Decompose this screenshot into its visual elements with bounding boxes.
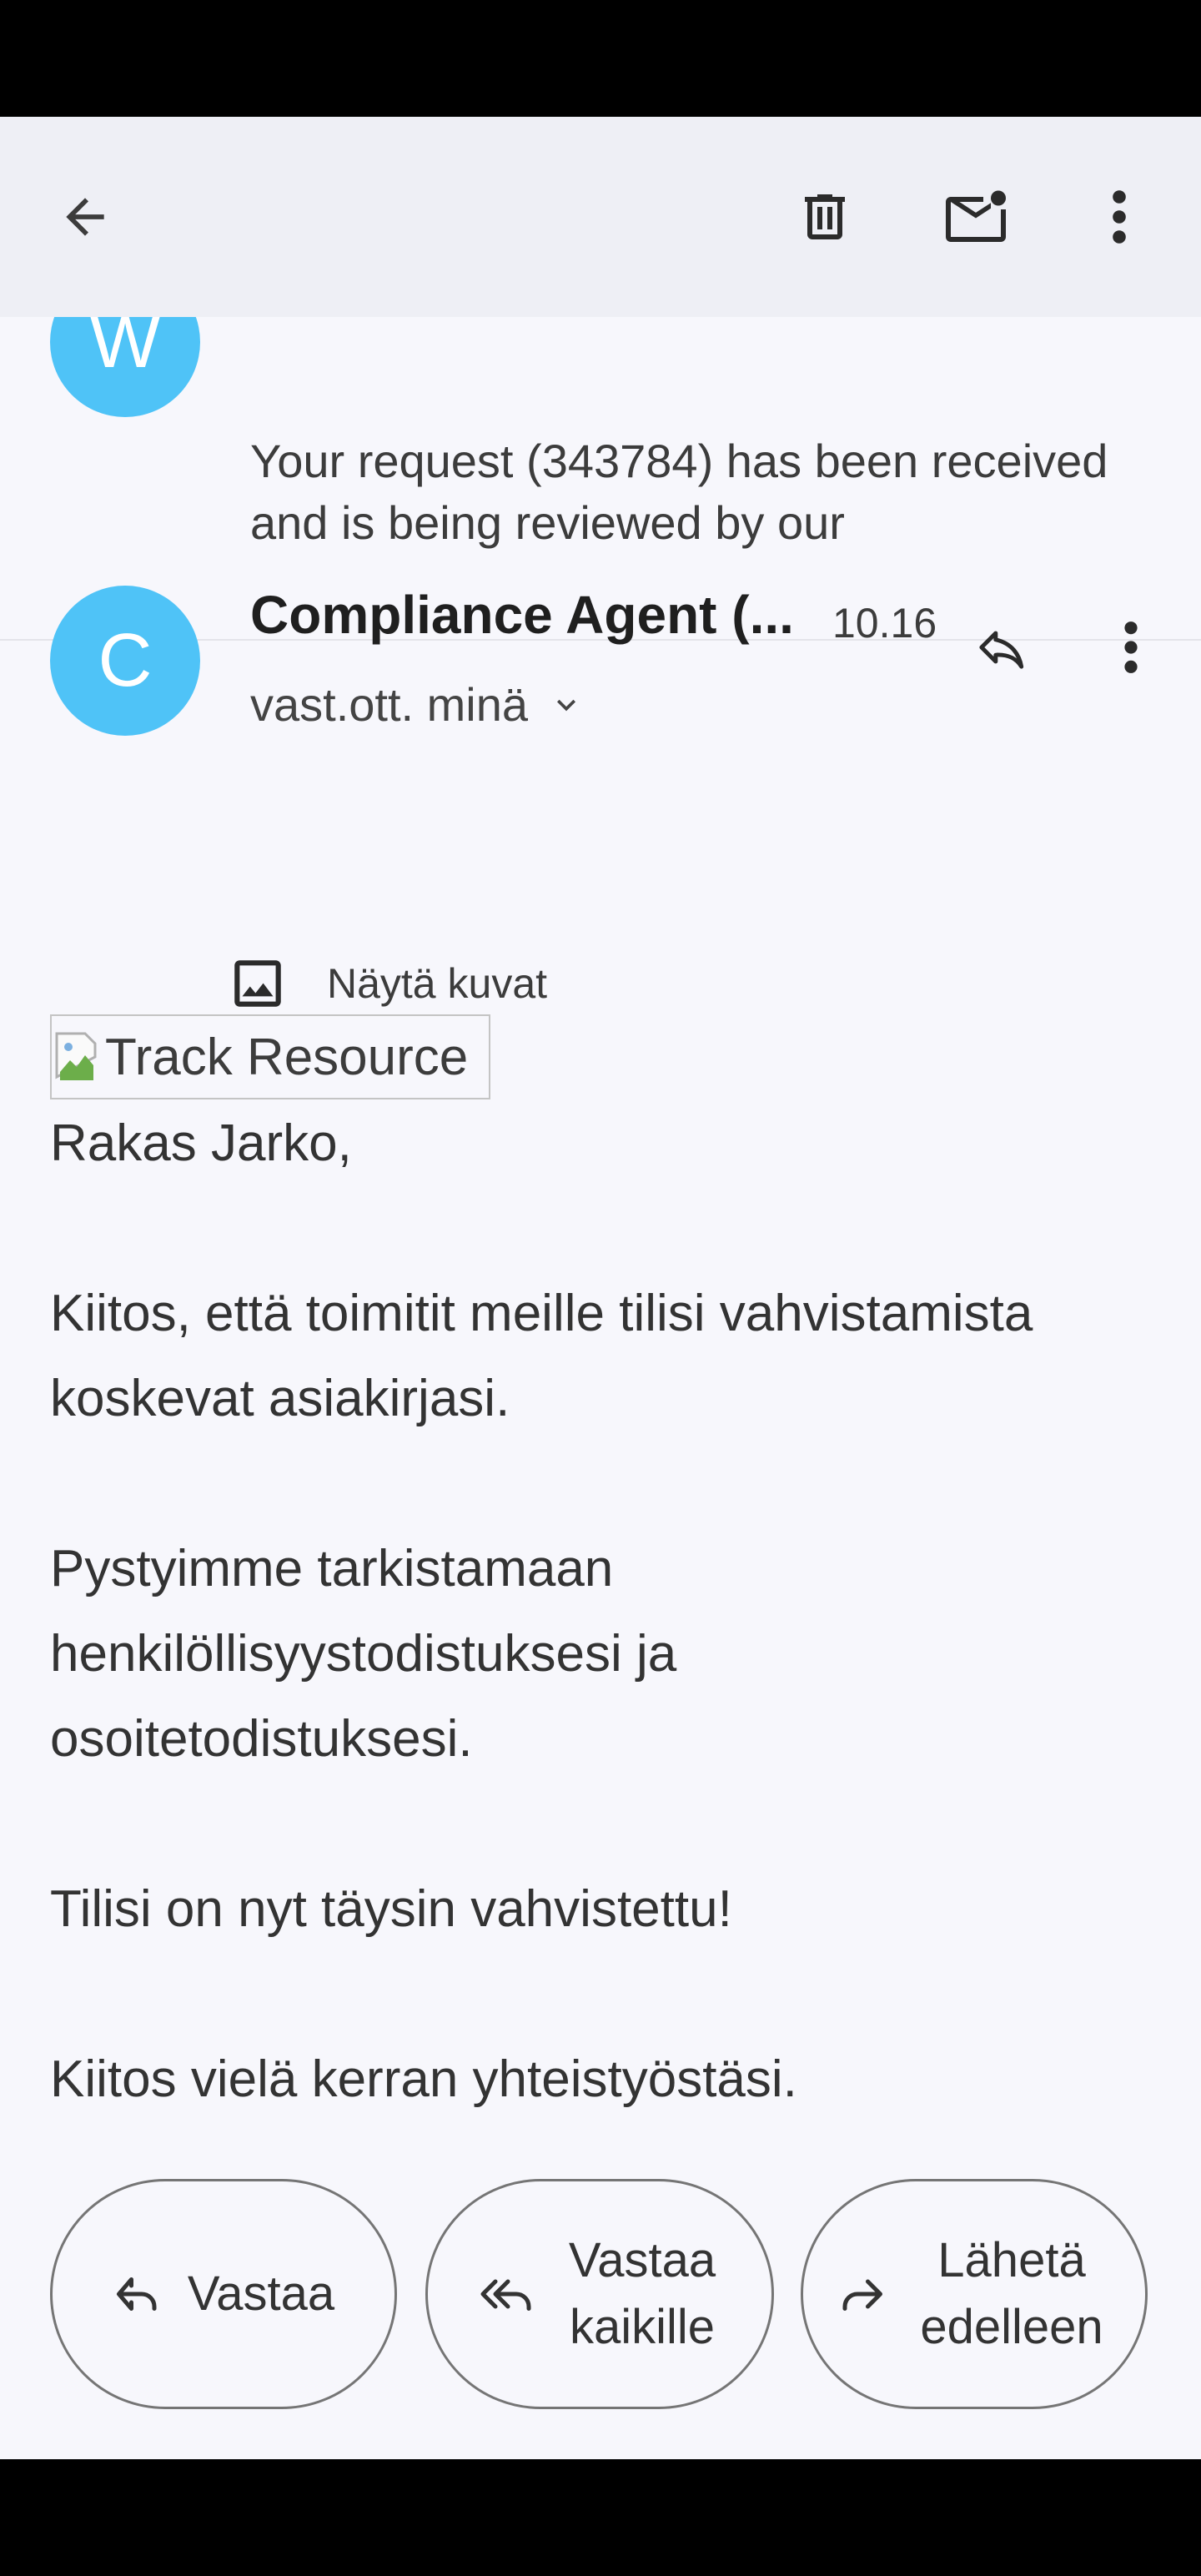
broken-image: Track Resource — [50, 1014, 490, 1099]
reply-all-label: Vastaa kaikille — [568, 2233, 716, 2354]
reply-button[interactable]: Vastaa — [50, 2179, 397, 2409]
forward-button[interactable]: Lähetä edelleen — [801, 2179, 1148, 2409]
recipients-label: vast.ott. minä — [250, 678, 529, 731]
top-app-bar — [0, 117, 1201, 317]
message-time: 10.16 — [832, 600, 937, 647]
trash-icon[interactable] — [775, 167, 875, 267]
reply-all-icon — [480, 2279, 531, 2311]
reply-all-button[interactable]: Vastaa kaikille — [425, 2179, 774, 2409]
image-icon — [234, 960, 281, 1007]
sender-avatar[interactable]: C — [50, 586, 200, 736]
email-screen: W Your request (343784) has been receive… — [0, 117, 1201, 2459]
message-snippet: Your request (343784) has been received … — [250, 435, 1108, 549]
arrow-back-icon[interactable] — [35, 167, 135, 267]
reply-icon — [116, 2277, 157, 2311]
body-paragraph: Tilisi on nyt täysin vahvistettu! — [50, 1880, 732, 1938]
reply-icon[interactable] — [951, 597, 1051, 697]
body-paragraph: Kiitos, että toimitit meille tilisi vahv… — [50, 1285, 1033, 1427]
message-more-icon[interactable] — [1081, 597, 1181, 697]
forward-label: Lähetä edelleen — [920, 2233, 1103, 2354]
body-paragraph: Pystyimme tarkistamaan henkilöllisyystod… — [50, 1540, 677, 1768]
reply-label: Vastaa — [187, 2267, 335, 2321]
broken-image-icon — [55, 1032, 97, 1080]
image-alt-text: Track Resource — [105, 1028, 469, 1086]
greeting: Rakas Jarko, — [50, 1114, 352, 1172]
show-images-label: Näytä kuvat — [327, 960, 548, 1007]
more-vert-icon[interactable] — [1069, 167, 1169, 267]
mail-unread-icon[interactable] — [926, 167, 1026, 267]
recipients-toggle[interactable]: vast.ott. minä — [250, 677, 585, 732]
show-images-button[interactable]: Näytä kuvat — [227, 953, 547, 1014]
forward-icon — [842, 2279, 882, 2311]
chevron-down-icon — [557, 699, 576, 711]
sender-name: Compliance Agent (... — [250, 585, 794, 645]
body-paragraph: Kiitos vielä kerran yhteistyöstäsi. — [50, 2050, 797, 2108]
